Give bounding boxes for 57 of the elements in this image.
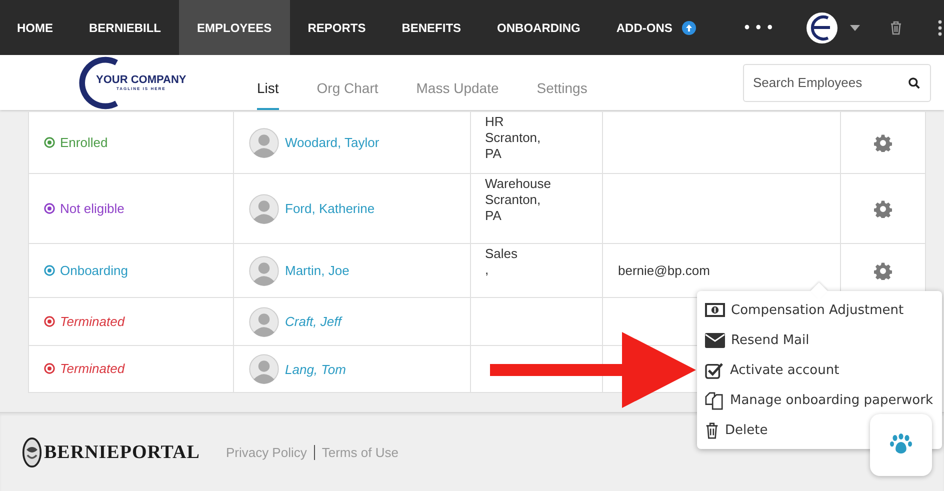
- menu-item[interactable]: Manage onboarding paperwork: [697, 385, 942, 415]
- nav-tab[interactable]: EMPLOYEES: [179, 0, 290, 55]
- trash-icon: [705, 422, 719, 438]
- avatar-icon: [249, 194, 279, 224]
- kebab-icon[interactable]: [938, 20, 942, 36]
- department-text: Sales: [485, 246, 519, 262]
- tab[interactable]: Org Chart: [316, 55, 378, 110]
- status-dot-icon: [44, 363, 55, 374]
- status-label: Not eligible: [44, 200, 124, 216]
- nav-tab[interactable]: HOME: [0, 0, 71, 55]
- nav-tab[interactable]: ONBOARDING: [479, 0, 598, 55]
- settings-icon[interactable]: [874, 262, 892, 280]
- status-dot-icon: [44, 264, 55, 276]
- status-label: Enrolled: [44, 134, 108, 150]
- department-text: HR: [485, 114, 505, 130]
- help-button[interactable]: [870, 414, 932, 476]
- status-label: Terminated: [44, 314, 125, 328]
- trash-icon[interactable]: [890, 20, 902, 34]
- status-dot-icon: [44, 316, 55, 326]
- company-avatar-icon[interactable]: [806, 12, 838, 44]
- status-label: Onboarding: [44, 262, 128, 278]
- nav-tab[interactable]: REPORTS: [290, 0, 384, 55]
- tab[interactable]: Mass Update: [416, 55, 499, 110]
- search-field[interactable]: Search Employees: [743, 64, 931, 102]
- company-name: YOUR COMPANY: [96, 74, 186, 86]
- copy-icon: [705, 390, 724, 410]
- nav-tab[interactable]: ADD-ONS: [598, 0, 714, 55]
- location-text: Scranton, PA: [485, 192, 542, 224]
- email-text: bernie@bp.com: [618, 263, 710, 278]
- tab[interactable]: Settings: [536, 55, 588, 110]
- search-icon: [908, 76, 920, 88]
- avatar-icon: [249, 354, 279, 384]
- menu-item[interactable]: Activate account: [697, 355, 942, 385]
- more-menu[interactable]: • • •: [744, 19, 774, 36]
- settings-icon[interactable]: [874, 200, 892, 218]
- location-text: ,: [485, 262, 490, 278]
- location-text: Scranton, PA: [485, 130, 542, 162]
- tab[interactable]: List: [257, 55, 279, 110]
- checkbox-icon: [705, 362, 724, 378]
- department-text: Warehouse: [485, 176, 552, 192]
- status-dot-icon: [44, 202, 55, 214]
- status-dot-icon: [44, 136, 55, 148]
- nav-tab[interactable]: BENEFITS: [384, 0, 480, 55]
- avatar-icon: [249, 306, 279, 336]
- envelope-icon: [705, 332, 725, 348]
- banknote-icon: [705, 303, 725, 317]
- caret-icon[interactable]: [850, 24, 860, 30]
- menu-item[interactable]: Delete: [697, 415, 942, 445]
- settings-icon[interactable]: [874, 134, 892, 152]
- nav-tab[interactable]: BERNIEBILL: [71, 0, 179, 55]
- avatar-icon: [249, 128, 279, 158]
- portal-logo-text: BERNIEPORTAL: [44, 442, 200, 464]
- menu-item[interactable]: Compensation Adjustment: [697, 295, 942, 325]
- status-label: Terminated: [44, 361, 125, 376]
- avatar-icon: [249, 256, 279, 286]
- portal-logo-icon: [22, 436, 42, 469]
- menu-item[interactable]: Resend Mail: [697, 325, 942, 355]
